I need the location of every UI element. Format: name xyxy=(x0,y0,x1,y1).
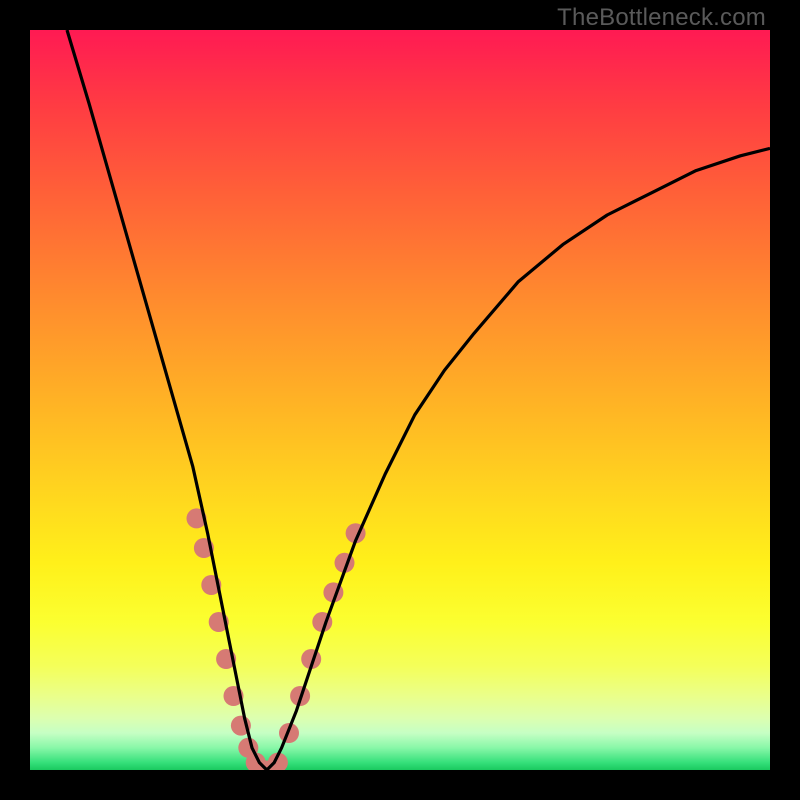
chart-frame xyxy=(30,30,770,770)
watermark-text: TheBottleneck.com xyxy=(557,4,766,32)
data-dots-group xyxy=(187,508,366,770)
bottleneck-curve xyxy=(67,30,770,770)
chart-svg xyxy=(30,30,770,770)
